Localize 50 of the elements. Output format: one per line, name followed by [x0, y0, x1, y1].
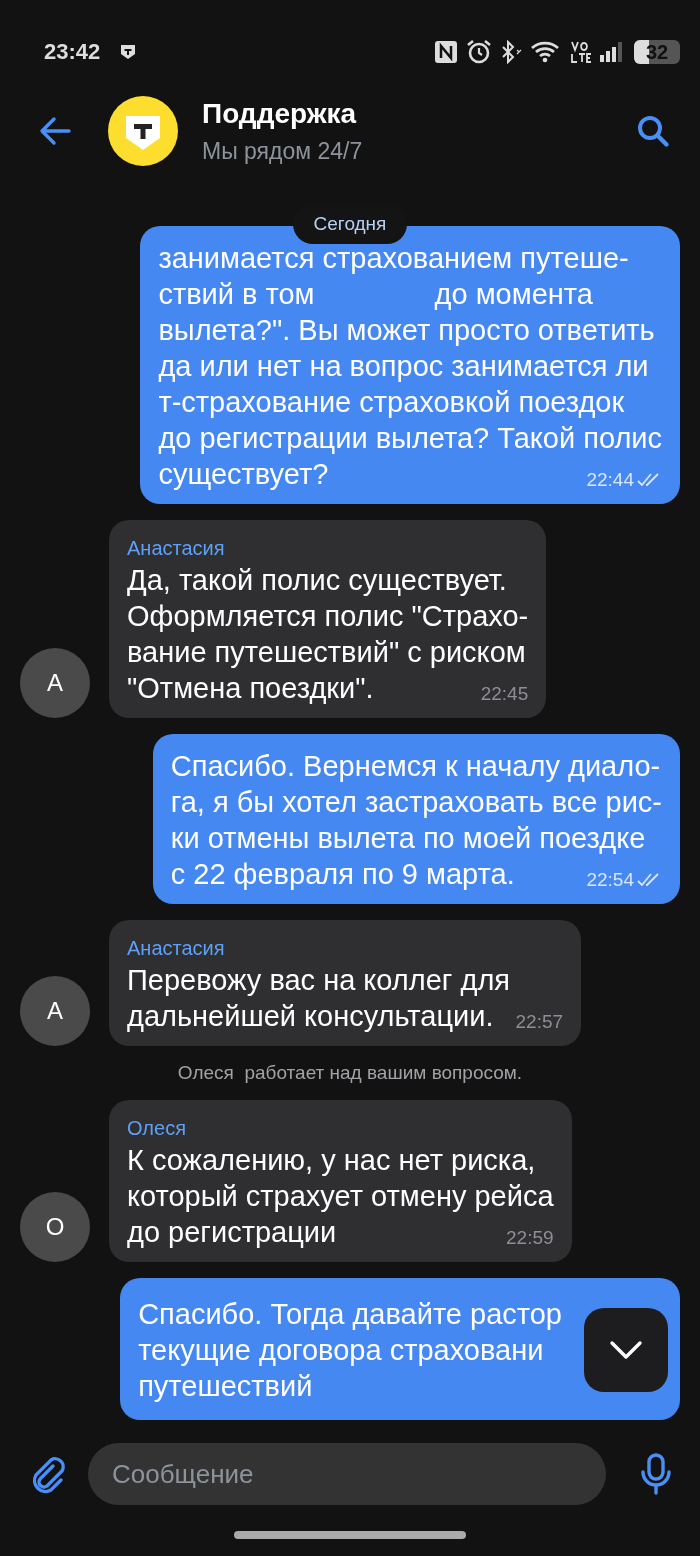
search-icon[interactable]: [636, 114, 670, 148]
message-text: путешествий: [138, 1369, 313, 1404]
message-text: с 22 февраля по 9 марта.: [170, 857, 515, 892]
message-text: Спасибо. Вернемся к началу диало-: [170, 749, 661, 784]
message-text: Спасибо. Тогда давайте растор: [138, 1297, 562, 1332]
message-time: 22:44: [586, 468, 634, 492]
message-text: текущие договора страховани: [138, 1333, 544, 1368]
message-text: т-страхование страховкой поездок: [158, 385, 625, 420]
avatar: А: [20, 976, 90, 1046]
message-text: "Отмена поездки".: [127, 671, 374, 706]
back-arrow-icon[interactable]: [38, 116, 72, 146]
message-text: существует?: [158, 457, 329, 492]
message-text: К сожалению, у нас нет риска,: [127, 1143, 536, 1178]
microphone-icon[interactable]: [640, 1453, 672, 1495]
logo-avatar-icon: [108, 96, 178, 166]
message-text: Оформляется полис "Страхо-: [127, 599, 529, 634]
message-text: занимается страхованием путеше-: [158, 241, 629, 276]
message-text: до регистрации вылета? Такой полис: [158, 421, 662, 456]
message-text: га, я бы хотел застраховать все рис-: [170, 785, 662, 820]
message-text: вылета?". Вы может просто ответить: [158, 313, 655, 348]
chevron-down-icon: [609, 1340, 643, 1360]
author-name: Анастасия: [127, 536, 226, 561]
status-time: 23:42: [44, 39, 101, 65]
avatar: О: [20, 1192, 90, 1262]
message-text: до момента: [434, 277, 593, 312]
message-text: Перевожу вас на коллег для: [127, 963, 511, 998]
message-time: 22:54: [586, 868, 634, 892]
message-text: Да, такой полис существует.: [127, 563, 507, 598]
message-text: вание путешествий" с риском: [127, 635, 526, 670]
nfc-icon: [434, 40, 458, 64]
alarm-icon: [466, 39, 492, 65]
service-message: Олеся работает над вашим вопросом.: [176, 1062, 524, 1084]
scroll-down-button[interactable]: [584, 1308, 668, 1392]
chat-subtitle: Мы рядом 24/7: [202, 137, 364, 165]
message-text: ки отмены вылета по моей поездке: [170, 821, 646, 856]
message-time: 22:57: [515, 1010, 564, 1034]
message-text: который страхует отмену рейса: [127, 1179, 554, 1214]
message-text: ствий в том: [158, 277, 315, 312]
message-text: до регистрации: [127, 1215, 337, 1250]
author-name: Анастасия: [127, 936, 226, 961]
avatar: А: [20, 648, 90, 718]
volte-icon: [570, 40, 592, 64]
chat-title: Поддержка: [202, 97, 358, 130]
message-text: да или нет на вопрос занимается ли: [158, 349, 649, 384]
message-text: дальнейшей консультации.: [127, 999, 494, 1034]
message-input[interactable]: Сообщение: [88, 1443, 606, 1505]
bluetooth-icon: [500, 40, 522, 64]
author-name: Олеся: [127, 1116, 187, 1141]
message-time: 22:45: [480, 682, 529, 706]
message-time: 22:59: [506, 1226, 554, 1250]
